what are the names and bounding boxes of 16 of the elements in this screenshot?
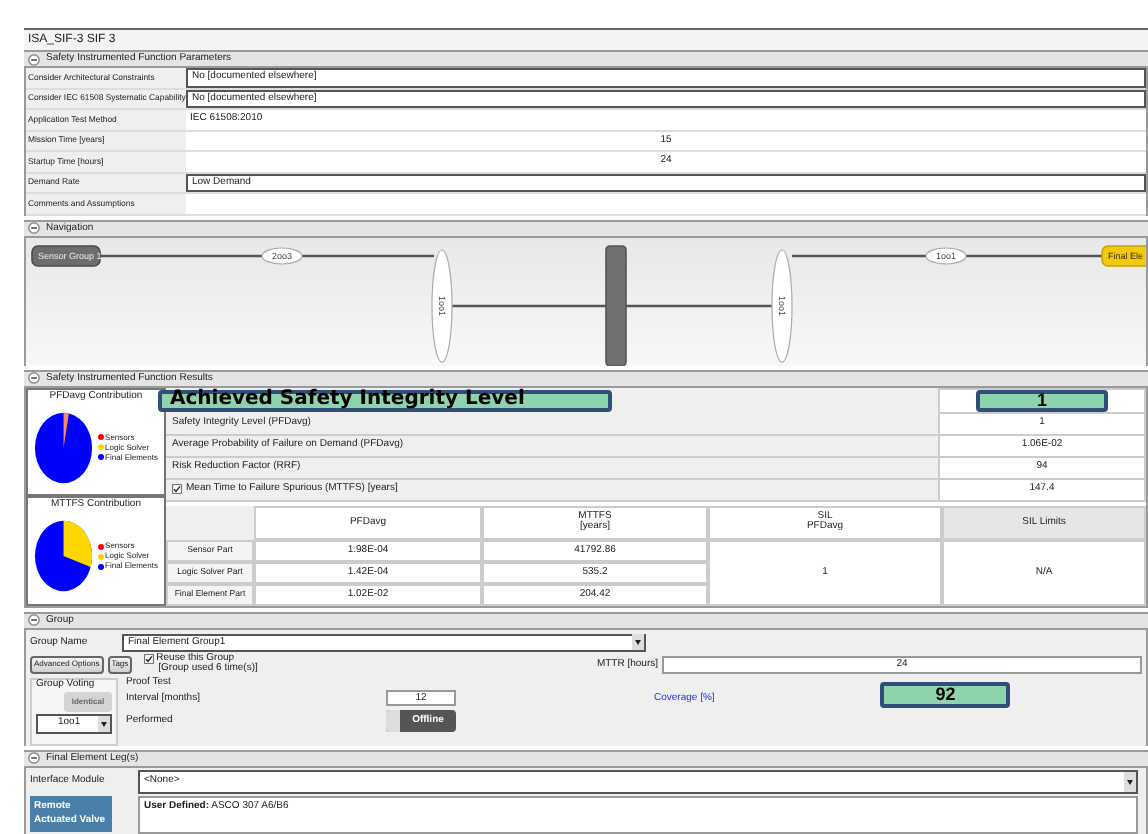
logic-solver-node[interactable]	[605, 244, 627, 365]
pie-chart	[34, 409, 94, 486]
collapse-icon[interactable]	[28, 222, 40, 234]
checkbox[interactable]	[172, 484, 182, 494]
checkbox[interactable]	[144, 654, 155, 664]
collapse-icon[interactable]	[28, 752, 40, 764]
pie-chart	[34, 518, 94, 595]
achieved-sil-banner: Achieved Safety Integrity Level	[158, 389, 612, 411]
achieved-sil-value: 1	[976, 389, 1108, 411]
caret-icon[interactable]	[632, 634, 644, 650]
coverage-value: 92	[880, 681, 1011, 707]
caret-icon[interactable]	[1124, 771, 1136, 791]
collapse-icon[interactable]	[28, 372, 40, 384]
caret-icon[interactable]	[98, 715, 110, 731]
collapse-icon[interactable]	[28, 614, 40, 626]
collapse-icon[interactable]	[28, 53, 40, 65]
